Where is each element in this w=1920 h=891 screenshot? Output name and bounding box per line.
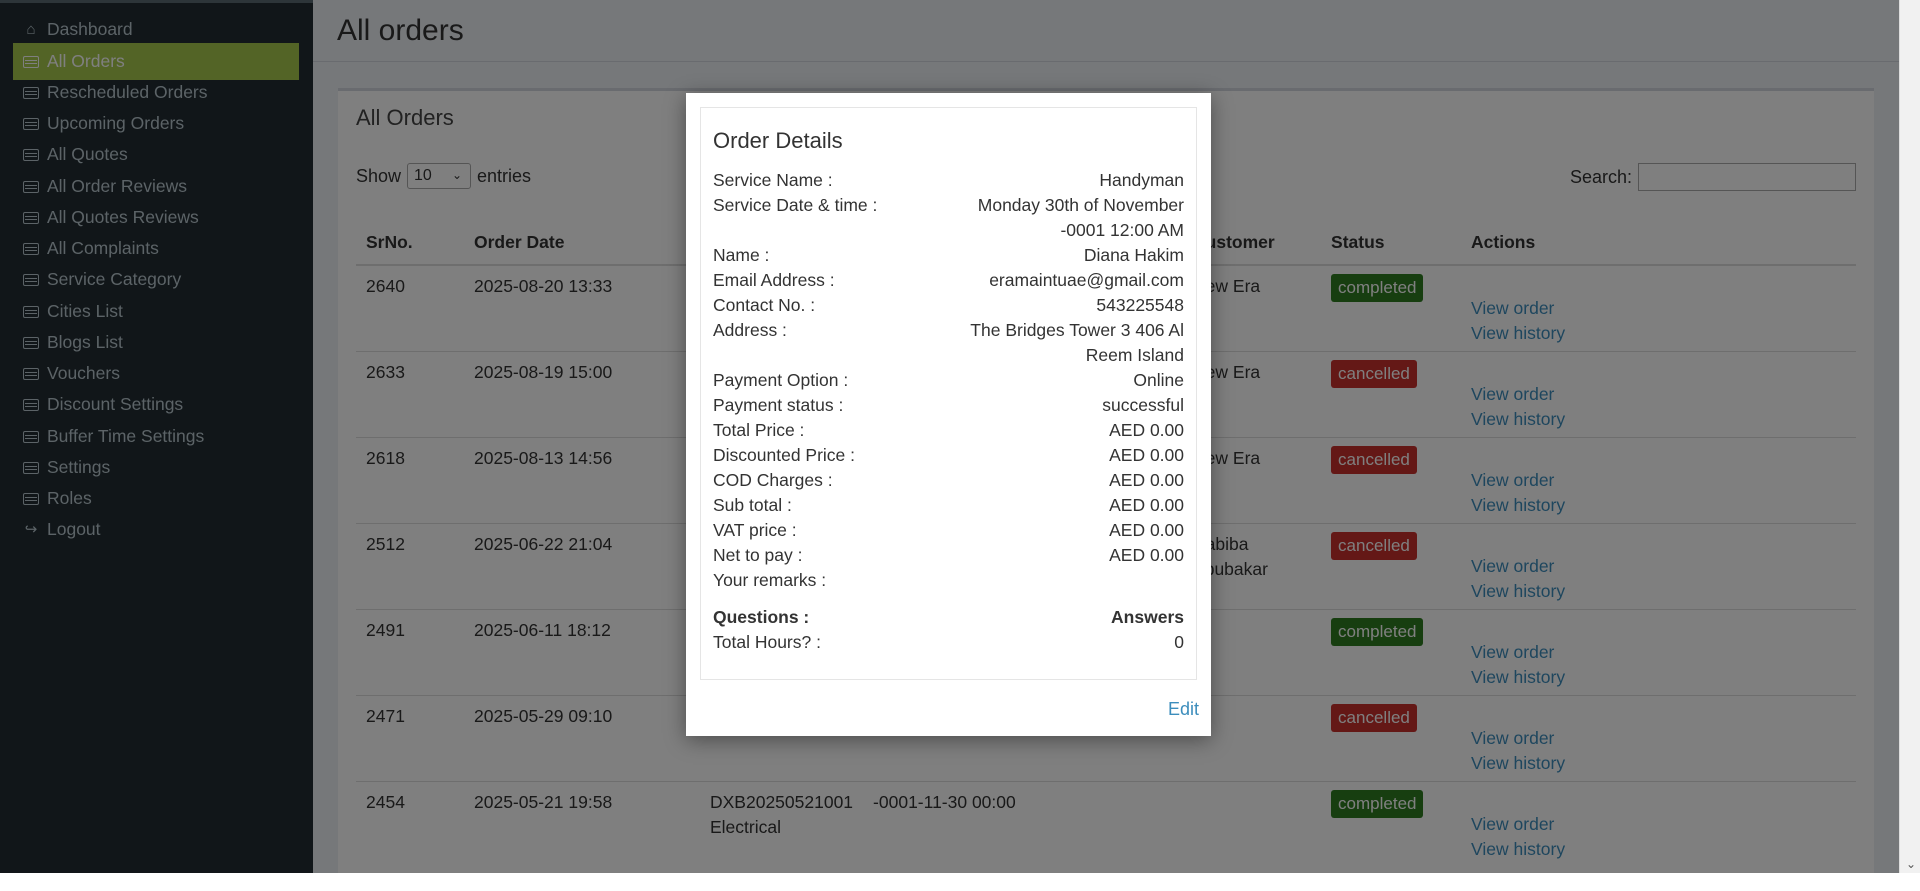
- detail-row: Contact No. : 543225548: [713, 293, 1184, 318]
- detail-value: [954, 568, 1184, 593]
- detail-value: Diana Hakim: [1083, 245, 1184, 265]
- answer-text: 0: [1174, 632, 1184, 652]
- qa-header: Questions : Answers: [713, 605, 1184, 630]
- detail-value: The Bridges Tower 3 406 Al Reem Island: [970, 320, 1184, 365]
- detail-row: Payment Option : Online: [713, 368, 1184, 393]
- detail-row: Total Price : AED 0.00: [713, 418, 1184, 443]
- detail-label: Contact No. :: [713, 295, 816, 315]
- detail-value: 543225548: [1096, 295, 1184, 315]
- detail-value: AED 0.00: [1109, 495, 1184, 515]
- detail-row: Payment status : successful: [713, 393, 1184, 418]
- detail-row: Sub total : AED 0.00: [713, 493, 1184, 518]
- detail-value: AED 0.00: [1109, 445, 1184, 465]
- detail-label: Email Address :: [713, 270, 835, 290]
- detail-value: AED 0.00: [1109, 420, 1184, 440]
- question-text: Total Hours? :: [713, 632, 821, 652]
- detail-label: Sub total :: [713, 495, 792, 515]
- detail-label: Net to pay :: [713, 545, 803, 565]
- detail-value: Handyman: [1099, 170, 1184, 190]
- detail-value: AED 0.00: [1109, 545, 1184, 565]
- detail-label: Payment status :: [713, 395, 844, 415]
- detail-value: Online: [1133, 370, 1184, 390]
- order-details-modal: Order Details Service Name : Handyman Serv…: [686, 93, 1211, 736]
- detail-label: Discounted Price :: [713, 445, 856, 465]
- detail-value: eramaintuae@gmail.com: [989, 270, 1184, 290]
- detail-row: Service Date & time : Monday 30th of Nove…: [713, 193, 1184, 243]
- detail-row: Email Address : eramaintuae@gmail.com: [713, 268, 1184, 293]
- detail-row: VAT price : AED 0.00: [713, 518, 1184, 543]
- detail-label: Service Date & time :: [713, 195, 878, 215]
- qa-row: Total Hours? : 0: [713, 630, 1184, 655]
- detail-label: VAT price :: [713, 520, 797, 540]
- detail-label: Payment Option :: [713, 370, 849, 390]
- detail-row: Name : Diana Hakim: [713, 243, 1184, 268]
- edit-link[interactable]: Edit: [1168, 699, 1199, 720]
- modal-body: Order Details Service Name : Handyman Serv…: [700, 107, 1197, 680]
- detail-row: Your remarks :: [713, 568, 1184, 593]
- detail-label: COD Charges :: [713, 470, 833, 490]
- detail-value: successful: [1102, 395, 1184, 415]
- detail-label: Total Price :: [713, 420, 805, 440]
- scroll-down-icon[interactable]: ⌄: [1906, 857, 1916, 871]
- questions-label: Questions :: [713, 607, 810, 627]
- detail-label: Your remarks :: [713, 570, 827, 590]
- detail-row: Service Name : Handyman: [713, 168, 1184, 193]
- detail-row: Net to pay : AED 0.00: [713, 543, 1184, 568]
- detail-row: COD Charges : AED 0.00: [713, 468, 1184, 493]
- detail-row: Discounted Price : AED 0.00: [713, 443, 1184, 468]
- detail-label: Address :: [713, 320, 787, 340]
- page-scrollbar[interactable]: ⌄: [1899, 0, 1920, 873]
- detail-value: Monday 30th of November -0001 12:00 AM: [977, 195, 1184, 240]
- detail-label: Service Name :: [713, 170, 833, 190]
- detail-value: AED 0.00: [1109, 470, 1184, 490]
- answers-label: Answers: [1111, 607, 1184, 627]
- detail-value: AED 0.00: [1109, 520, 1184, 540]
- detail-row: Address : The Bridges Tower 3 406 Al Reem…: [713, 318, 1184, 368]
- modal-title: Order Details: [713, 128, 843, 153]
- detail-label: Name :: [713, 245, 770, 265]
